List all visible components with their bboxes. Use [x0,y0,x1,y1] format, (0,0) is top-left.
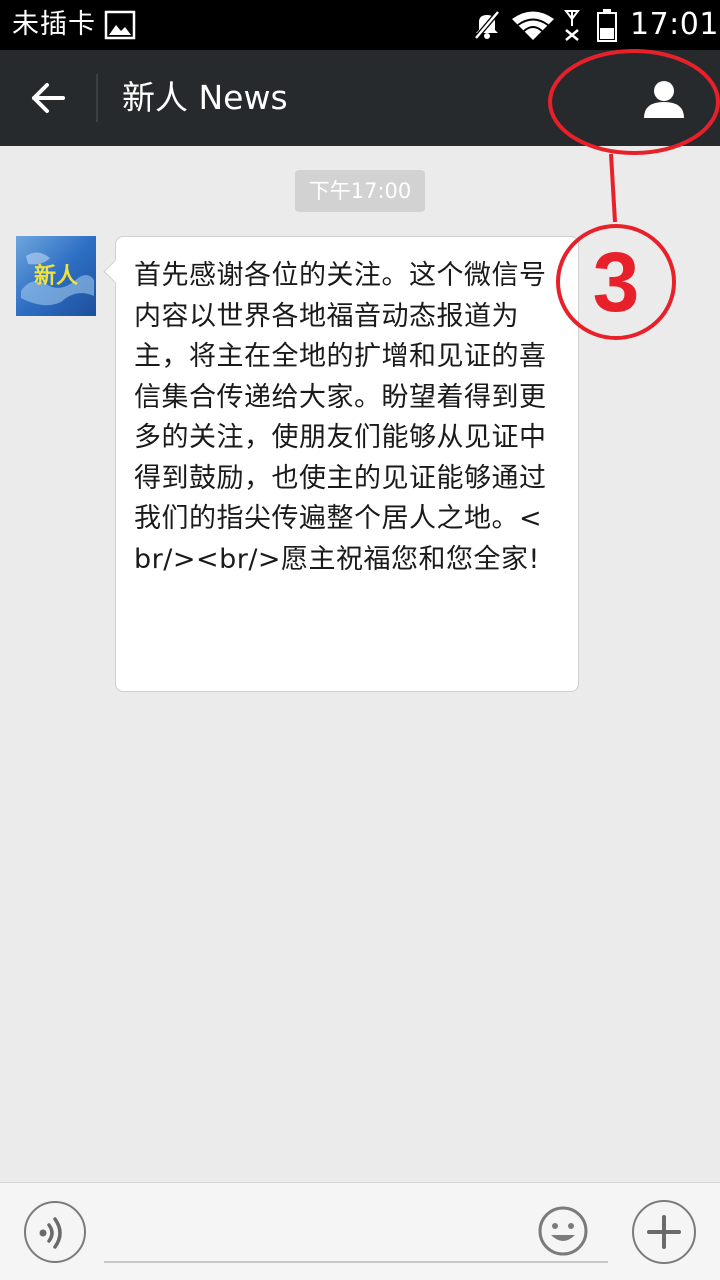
voice-button[interactable] [24,1201,86,1263]
voice-icon [39,1217,62,1249]
mute-icon [474,10,500,40]
carrier-label: 未插卡 [12,9,96,40]
title-bar: 新人 News [0,50,720,146]
avatar[interactable]: 新人 [16,236,96,316]
plus-icon [647,1215,681,1249]
message-timestamp: 下午17:00 [295,170,425,212]
back-button[interactable] [12,64,84,132]
chat-area[interactable]: 下午17:00 新人 首先感谢各位的关注。这个微信号内容以世界各地福音动态报道为… [0,146,720,1182]
wifi-icon [510,10,556,42]
input-bar [0,1182,720,1280]
no-signal-icon [562,8,582,42]
page-title: 新人 News [122,78,288,117]
battery-icon [596,8,618,42]
plus-button[interactable] [632,1200,696,1264]
profile-button[interactable] [620,64,708,134]
status-bar: 未插卡 17:01 [0,0,720,50]
person-icon [644,81,684,118]
gallery-icon [104,10,136,40]
message-input[interactable] [104,1197,608,1263]
message-text: 首先感谢各位的关注。这个微信号内容以世界各地福音动态报道为主，将主在全地的扩增和… [134,260,547,575]
arrow-left-icon [32,83,65,113]
emoji-icon [538,1206,588,1256]
title-divider [96,74,98,122]
emoji-button[interactable] [537,1205,589,1257]
bubble-tail [103,259,128,284]
status-time: 17:01 [630,7,719,42]
avatar-text: 新人 [34,263,78,289]
message-bubble[interactable]: 首先感谢各位的关注。这个微信号内容以世界各地福音动态报道为主，将主在全地的扩增和… [103,236,579,692]
